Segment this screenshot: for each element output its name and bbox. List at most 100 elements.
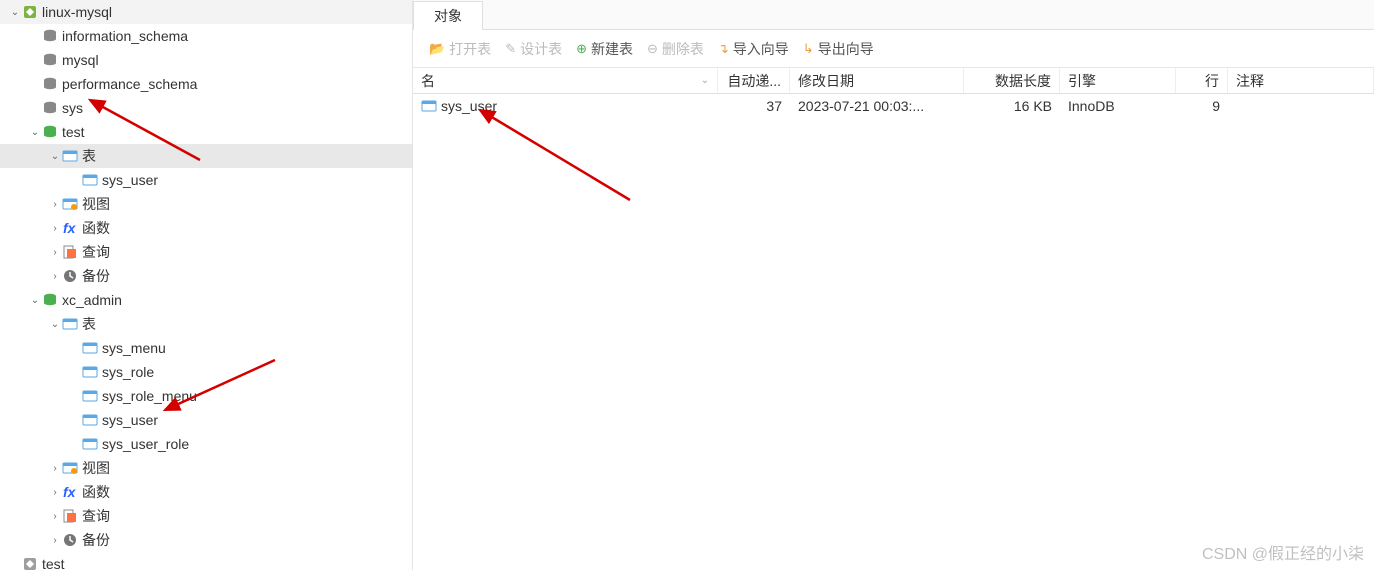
tree-item-sys_menu[interactable]: sys_menu bbox=[0, 336, 412, 360]
db-gray-icon bbox=[42, 100, 58, 116]
tree-item-查询[interactable]: ›查询 bbox=[0, 240, 412, 264]
expand-icon[interactable]: › bbox=[48, 463, 62, 474]
tree-item-information_schema[interactable]: information_schema bbox=[0, 24, 412, 48]
expand-icon[interactable]: › bbox=[48, 247, 62, 258]
expand-icon[interactable]: ⌄ bbox=[48, 319, 62, 330]
tree-item-label: test bbox=[62, 120, 85, 144]
sort-icon: ⌄ bbox=[701, 75, 709, 86]
tree-item-备份[interactable]: › 备份 bbox=[0, 264, 412, 288]
db-gray-icon bbox=[42, 28, 58, 44]
expand-icon[interactable]: ⌄ bbox=[8, 7, 22, 18]
tree-item-label: test bbox=[42, 552, 65, 570]
expand-icon[interactable]: › bbox=[48, 199, 62, 210]
table-icon bbox=[82, 364, 98, 380]
tree-item-视图[interactable]: › 视图 bbox=[0, 456, 412, 480]
tab-objects[interactable]: 对象 bbox=[413, 1, 483, 30]
open-table-button[interactable]: 📂打开表 bbox=[423, 35, 497, 63]
table-icon bbox=[421, 98, 437, 114]
folder-icon: 📂 bbox=[429, 41, 445, 57]
expand-icon[interactable]: ⌄ bbox=[48, 151, 62, 162]
cell-date: 2023-07-21 00:03:... bbox=[790, 94, 964, 118]
cell-len: 16 KB bbox=[964, 94, 1060, 118]
expand-icon[interactable]: › bbox=[48, 511, 62, 522]
design-table-button[interactable]: ✎设计表 bbox=[499, 35, 568, 63]
expand-icon[interactable]: ⌄ bbox=[28, 295, 42, 306]
expand-icon[interactable]: › bbox=[48, 487, 62, 498]
tree-item-label: sys_role_menu bbox=[102, 384, 197, 408]
tree-item-sys[interactable]: sys bbox=[0, 96, 412, 120]
backup-icon bbox=[62, 268, 78, 284]
tree-item-备份[interactable]: ›备份 bbox=[0, 528, 412, 552]
import-icon: ↴ bbox=[718, 41, 729, 57]
tree-item-sys_user_role[interactable]: sys_user_role bbox=[0, 432, 412, 456]
tree-item-label: 备份 bbox=[82, 264, 110, 288]
view-icon bbox=[62, 460, 78, 476]
header-auto-increment[interactable]: 自动递... bbox=[718, 68, 790, 93]
tree-item-label: xc_admin bbox=[62, 288, 122, 312]
tree-item-函数[interactable]: ›fx函数 bbox=[0, 216, 412, 240]
tree-item-linux-mysql[interactable]: ⌄linux-mysql bbox=[0, 0, 412, 24]
tree-item-label: 表 bbox=[82, 312, 96, 336]
header-modified-date[interactable]: 修改日期 bbox=[790, 68, 964, 93]
tab-label: 对象 bbox=[434, 6, 462, 26]
tree-item-表[interactable]: ⌄表 bbox=[0, 312, 412, 336]
tree-item-label: 视图 bbox=[82, 456, 110, 480]
export-wizard-button[interactable]: ↳导出向导 bbox=[797, 35, 880, 63]
export-icon: ↳ bbox=[803, 41, 814, 57]
header-engine[interactable]: 引擎 bbox=[1060, 68, 1176, 93]
svg-text:fx: fx bbox=[63, 484, 77, 500]
db-gray-icon bbox=[42, 76, 58, 92]
conn-gray-icon bbox=[22, 556, 38, 570]
tree-item-label: sys_menu bbox=[102, 336, 166, 360]
tree-item-performance_schema[interactable]: performance_schema bbox=[0, 72, 412, 96]
connection-tree[interactable]: ⌄linux-mysqlinformation_schemamysqlperfo… bbox=[0, 0, 413, 570]
tree-item-sys_user[interactable]: sys_user bbox=[0, 408, 412, 432]
query-icon bbox=[62, 244, 78, 260]
expand-icon[interactable]: › bbox=[48, 223, 62, 234]
fx-icon: fx bbox=[62, 484, 78, 500]
import-wizard-button[interactable]: ↴导入向导 bbox=[712, 35, 795, 63]
tree-item-label: 查询 bbox=[82, 504, 110, 528]
tree-item-视图[interactable]: › 视图 bbox=[0, 192, 412, 216]
tree-item-label: 视图 bbox=[82, 192, 110, 216]
tree-item-test[interactable]: ⌄ test bbox=[0, 120, 412, 144]
header-name[interactable]: 名⌄ bbox=[413, 68, 718, 93]
db-green-icon bbox=[42, 292, 58, 308]
main-panel: 对象 📂打开表 ✎设计表 ⊕新建表 ⊖删除表 ↴导入向导 ↳导出向导 名⌄ 自动… bbox=[413, 0, 1374, 570]
tree-item-mysql[interactable]: mysql bbox=[0, 48, 412, 72]
toolbar: 📂打开表 ✎设计表 ⊕新建表 ⊖删除表 ↴导入向导 ↳导出向导 bbox=[413, 30, 1374, 68]
header-comment[interactable]: 注释 bbox=[1228, 68, 1374, 93]
delete-table-button[interactable]: ⊖删除表 bbox=[641, 35, 710, 63]
db-green-icon bbox=[42, 124, 58, 140]
tree-item-表[interactable]: ⌄表 bbox=[0, 144, 412, 168]
tree-item-label: 函数 bbox=[82, 480, 110, 504]
tree-item-sys_role[interactable]: sys_role bbox=[0, 360, 412, 384]
expand-icon[interactable]: › bbox=[48, 535, 62, 546]
table-icon bbox=[82, 412, 98, 428]
new-table-button[interactable]: ⊕新建表 bbox=[570, 35, 639, 63]
minus-icon: ⊖ bbox=[647, 41, 658, 57]
tree-item-xc_admin[interactable]: ⌄ xc_admin bbox=[0, 288, 412, 312]
tree-item-函数[interactable]: ›fx 函数 bbox=[0, 480, 412, 504]
expand-icon[interactable]: ⌄ bbox=[28, 127, 42, 138]
tree-item-test[interactable]: test bbox=[0, 552, 412, 570]
expand-icon[interactable]: › bbox=[48, 271, 62, 282]
tree-item-查询[interactable]: › 查询 bbox=[0, 504, 412, 528]
table-icon bbox=[82, 172, 98, 188]
cell-rows: 9 bbox=[1176, 94, 1228, 118]
tree-item-sys_role_menu[interactable]: sys_role_menu bbox=[0, 384, 412, 408]
cell-name: sys_user bbox=[441, 98, 497, 114]
header-rows[interactable]: 行 bbox=[1176, 68, 1228, 93]
db-gray-icon bbox=[42, 52, 58, 68]
plus-icon: ⊕ bbox=[576, 41, 587, 57]
table-icon bbox=[82, 340, 98, 356]
tree-item-label: performance_schema bbox=[62, 72, 197, 96]
tree-item-label: sys_role bbox=[102, 360, 154, 384]
backup-icon bbox=[62, 532, 78, 548]
tree-item-sys_user[interactable]: sys_user bbox=[0, 168, 412, 192]
header-data-length[interactable]: 数据长度 bbox=[964, 68, 1060, 93]
table-icon bbox=[82, 388, 98, 404]
tree-item-label: 函数 bbox=[82, 216, 110, 240]
table-row[interactable]: sys_user372023-07-21 00:03:...16 KBInnoD… bbox=[413, 94, 1374, 118]
tree-item-label: sys bbox=[62, 96, 83, 120]
